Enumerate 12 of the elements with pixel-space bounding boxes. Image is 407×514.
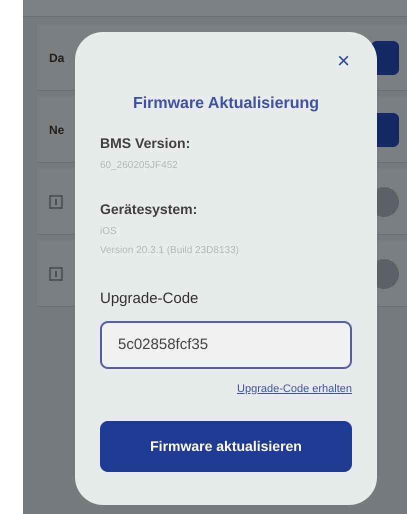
row-label: Da: [49, 50, 64, 66]
dialog-title: Firmware Aktualisierung: [132, 94, 320, 114]
row-label: Ne: [49, 122, 64, 138]
link[interactable]: Upgrade-Code erhalten: [237, 380, 352, 397]
input-field[interactable]: 5c02858fcf35: [100, 320, 352, 368]
update-button[interactable]: Firmware aktualisieren: [100, 421, 352, 472]
field-label: Upgrade-Code: [100, 289, 198, 309]
close-button[interactable]: ×: [337, 50, 352, 72]
field-label: BMS Version:: [100, 134, 190, 153]
info-icon: [49, 266, 63, 280]
field-label: Gerätesystem:: [100, 200, 198, 219]
info-icon: [49, 194, 63, 208]
